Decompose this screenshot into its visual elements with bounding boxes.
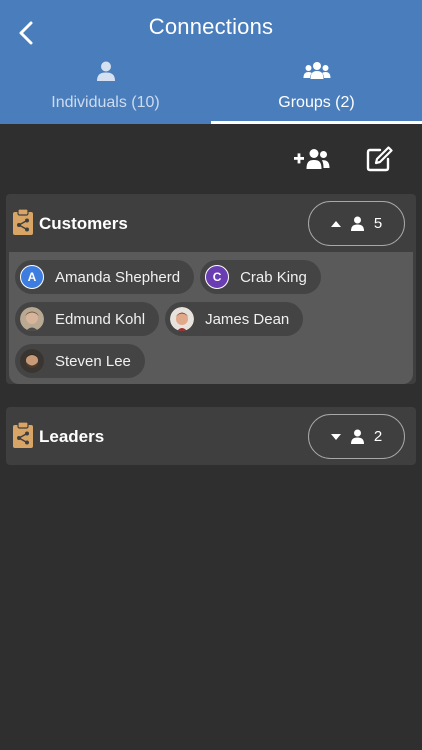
add-group-button[interactable] (292, 142, 332, 176)
photo-avatar-icon (20, 349, 44, 373)
collapse-toggle-button[interactable]: 5 (308, 201, 405, 246)
person-icon (96, 61, 115, 81)
group-card-leaders: Leaders 2 (6, 407, 416, 465)
member-name: Amanda Shepherd (55, 268, 181, 286)
tab-individuals-label: Individuals (10) (51, 94, 160, 111)
group-header[interactable]: Leaders 2 (6, 407, 416, 465)
member-name: Crab King (240, 268, 307, 286)
member-chip[interactable]: C Crab King (200, 260, 321, 294)
group-card-customers: Customers 5 A Amanda Shepherd C Crab Kin… (6, 194, 416, 384)
photo-avatar-icon (20, 307, 44, 331)
people-group-icon (303, 62, 330, 79)
app-header: Connections Individuals (10) Groups (2) (0, 0, 422, 124)
photo-avatar-icon (170, 307, 195, 331)
member-chip[interactable]: Steven Lee (15, 344, 145, 378)
avatar: C (205, 265, 230, 289)
member-name: Edmund Kohl (55, 310, 146, 328)
group-name: Leaders (39, 427, 105, 446)
avatar (170, 307, 195, 331)
clipboard-share-icon (13, 208, 33, 235)
caret-up-icon (330, 220, 341, 227)
add-group-icon (294, 149, 330, 169)
expand-toggle-button[interactable]: 2 (308, 414, 405, 459)
avatar (20, 349, 44, 373)
clipboard-share-icon (13, 421, 33, 448)
edit-button[interactable] (360, 142, 400, 176)
person-icon (350, 429, 364, 444)
member-list: A Amanda Shepherd C Crab King Edmund Koh… (9, 252, 413, 384)
tab-groups-label: Groups (2) (278, 94, 355, 111)
member-count: 5 (373, 215, 383, 232)
member-chip[interactable]: Edmund Kohl (15, 302, 160, 336)
avatar (20, 307, 44, 331)
tab-groups[interactable]: Groups (2) (211, 54, 422, 124)
member-chip[interactable]: James Dean (165, 302, 304, 336)
edit-icon (366, 146, 393, 172)
caret-down-icon (330, 433, 341, 440)
active-tab-indicator (211, 121, 422, 124)
member-count: 2 (373, 428, 383, 445)
member-chip[interactable]: A Amanda Shepherd (15, 260, 195, 294)
tab-individuals[interactable]: Individuals (10) (0, 54, 211, 124)
person-icon (350, 216, 364, 231)
member-name: James Dean (205, 310, 290, 328)
page-title: Connections (148, 14, 274, 39)
avatar: A (20, 265, 44, 289)
group-header[interactable]: Customers 5 (6, 194, 416, 252)
member-name: Steven Lee (55, 352, 131, 370)
group-name: Customers (39, 214, 128, 233)
